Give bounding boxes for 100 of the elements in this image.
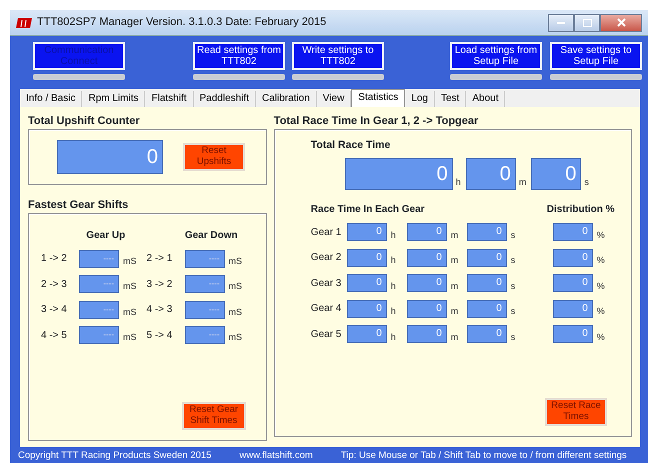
time-field[interactable]: 0 <box>531 158 582 190</box>
time-field[interactable]: ---- <box>184 326 224 344</box>
unit-label: % <box>596 330 605 344</box>
status-text: Copyright TTT Racing Products Sweden 2015 <box>18 448 212 463</box>
status-text: Tip: Use Mouse or Tab / Shift Tab to move to / from different settings <box>340 448 627 463</box>
section-title: Total Race Time In Gear 1, 2 -> Topgear <box>274 114 480 129</box>
unit-label: m <box>450 330 460 344</box>
time-field[interactable]: ---- <box>79 275 119 293</box>
unit-label: m <box>450 280 460 292</box>
time-field[interactable]: 0 <box>466 274 507 292</box>
time-field[interactable]: 0 <box>346 300 387 318</box>
time-field[interactable]: 0 <box>346 248 387 267</box>
gear-label: Gear 4 <box>310 302 342 316</box>
toolbar-button[interactable]: Write settings to TTT802 <box>292 42 384 70</box>
unit-label: mS <box>123 331 136 344</box>
unit-label: mS <box>123 306 136 319</box>
section-title: Fastest Gear Shifts <box>28 198 130 213</box>
unit-label: s <box>584 176 589 189</box>
column-heading: Gear Down <box>184 228 239 243</box>
unit-label: s <box>510 330 516 344</box>
time-field[interactable]: 0 <box>406 325 447 344</box>
unit-label: mS <box>228 306 242 319</box>
unit-label: % <box>596 228 605 242</box>
unit-label: h <box>456 176 461 189</box>
time-field[interactable]: 0 <box>466 300 507 318</box>
shift-label: 3 -> 2 <box>146 278 174 292</box>
counter-field[interactable]: 0 <box>57 140 163 174</box>
unit-label: m <box>450 254 460 267</box>
shift-label: 4 -> 5 <box>41 328 68 342</box>
unit-label: mS <box>123 280 136 294</box>
time-field[interactable]: 0 <box>466 325 507 344</box>
shift-label: 5 -> 4 <box>146 328 174 342</box>
reset-button[interactable]: Reset Race Times <box>545 398 607 426</box>
window-title: TTT802SP7 Manager Version. 3.1.0.3 Date: February 2015 <box>37 15 326 30</box>
minimize-button[interactable] <box>548 14 574 32</box>
unit-label: % <box>596 280 605 292</box>
shift-label: 2 -> 1 <box>146 252 174 266</box>
percent-field[interactable]: 0 <box>552 300 593 318</box>
time-field[interactable]: 0 <box>466 223 507 242</box>
unit-label: % <box>596 254 605 267</box>
tab[interactable]: Statistics <box>351 88 406 107</box>
unit-label: s <box>510 305 516 318</box>
time-field[interactable]: ---- <box>184 275 224 293</box>
status-text: www.flatshift.com <box>239 448 313 463</box>
percent-field[interactable]: 0 <box>552 223 593 242</box>
close-icon <box>616 18 626 28</box>
toolbar-button[interactable]: Load settings from Setup File <box>450 42 542 70</box>
unit-label: % <box>596 305 605 318</box>
unit-label: h <box>390 280 397 292</box>
time-field[interactable]: ---- <box>184 300 224 318</box>
toolbar-button[interactable]: Save settings to Setup File <box>550 42 642 70</box>
column-heading: Gear Up <box>85 228 126 243</box>
unit-label: mS <box>123 254 136 268</box>
time-field[interactable]: 0 <box>346 223 387 242</box>
reset-button[interactable]: Reset Upshifts <box>183 142 245 171</box>
reset-button[interactable]: Reset Gear Shift Times <box>182 402 246 430</box>
percent-field[interactable]: 0 <box>552 248 593 267</box>
gear-label: Gear 1 <box>310 226 342 240</box>
time-field[interactable]: 0 <box>466 158 516 190</box>
maximize-button[interactable] <box>574 14 600 32</box>
shift-label: 1 -> 2 <box>41 252 68 266</box>
unit-label: mS <box>228 254 242 268</box>
time-field[interactable]: 0 <box>346 274 387 292</box>
time-field[interactable]: ---- <box>79 326 119 344</box>
column-heading: Total Race Time <box>310 138 392 153</box>
unit-label: m <box>518 176 526 189</box>
shift-label: 3 -> 4 <box>41 303 68 317</box>
unit-label: mS <box>228 280 242 294</box>
unit-label: h <box>390 254 397 267</box>
time-field[interactable]: 0 <box>346 325 387 344</box>
time-field[interactable]: 0 <box>466 248 507 267</box>
time-field[interactable]: 0 <box>406 223 447 242</box>
unit-label: m <box>450 228 460 242</box>
time-field[interactable]: 0 <box>406 248 447 267</box>
time-field[interactable]: ---- <box>79 300 119 318</box>
gear-label: Gear 3 <box>310 276 342 291</box>
toolbar-button[interactable]: Read settings from TTT802 <box>193 42 285 70</box>
percent-field[interactable]: 0 <box>552 274 593 292</box>
time-field[interactable]: 0 <box>406 300 447 318</box>
maximize-icon <box>582 18 592 27</box>
unit-label: m <box>450 305 460 318</box>
time-field[interactable]: ---- <box>184 250 224 268</box>
time-field[interactable]: 0 <box>344 158 453 190</box>
shift-label: 2 -> 3 <box>41 278 68 292</box>
minimize-icon <box>557 21 565 24</box>
section-title: Total Upshift Counter <box>28 114 141 129</box>
unit-label: s <box>510 254 516 267</box>
unit-label: h <box>390 305 397 318</box>
app-logo-icon <box>16 18 32 28</box>
unit-label: s <box>510 280 516 292</box>
percent-field[interactable]: 0 <box>552 325 593 344</box>
unit-label: s <box>510 228 516 242</box>
unit-label: h <box>390 330 397 344</box>
unit-label: h <box>390 228 397 242</box>
shift-label: 4 -> 3 <box>146 303 174 317</box>
unit-label: mS <box>228 331 242 344</box>
gear-label: Gear 5 <box>310 328 342 342</box>
close-button[interactable] <box>600 14 642 32</box>
time-field[interactable]: ---- <box>79 250 119 268</box>
time-field[interactable]: 0 <box>406 274 447 292</box>
